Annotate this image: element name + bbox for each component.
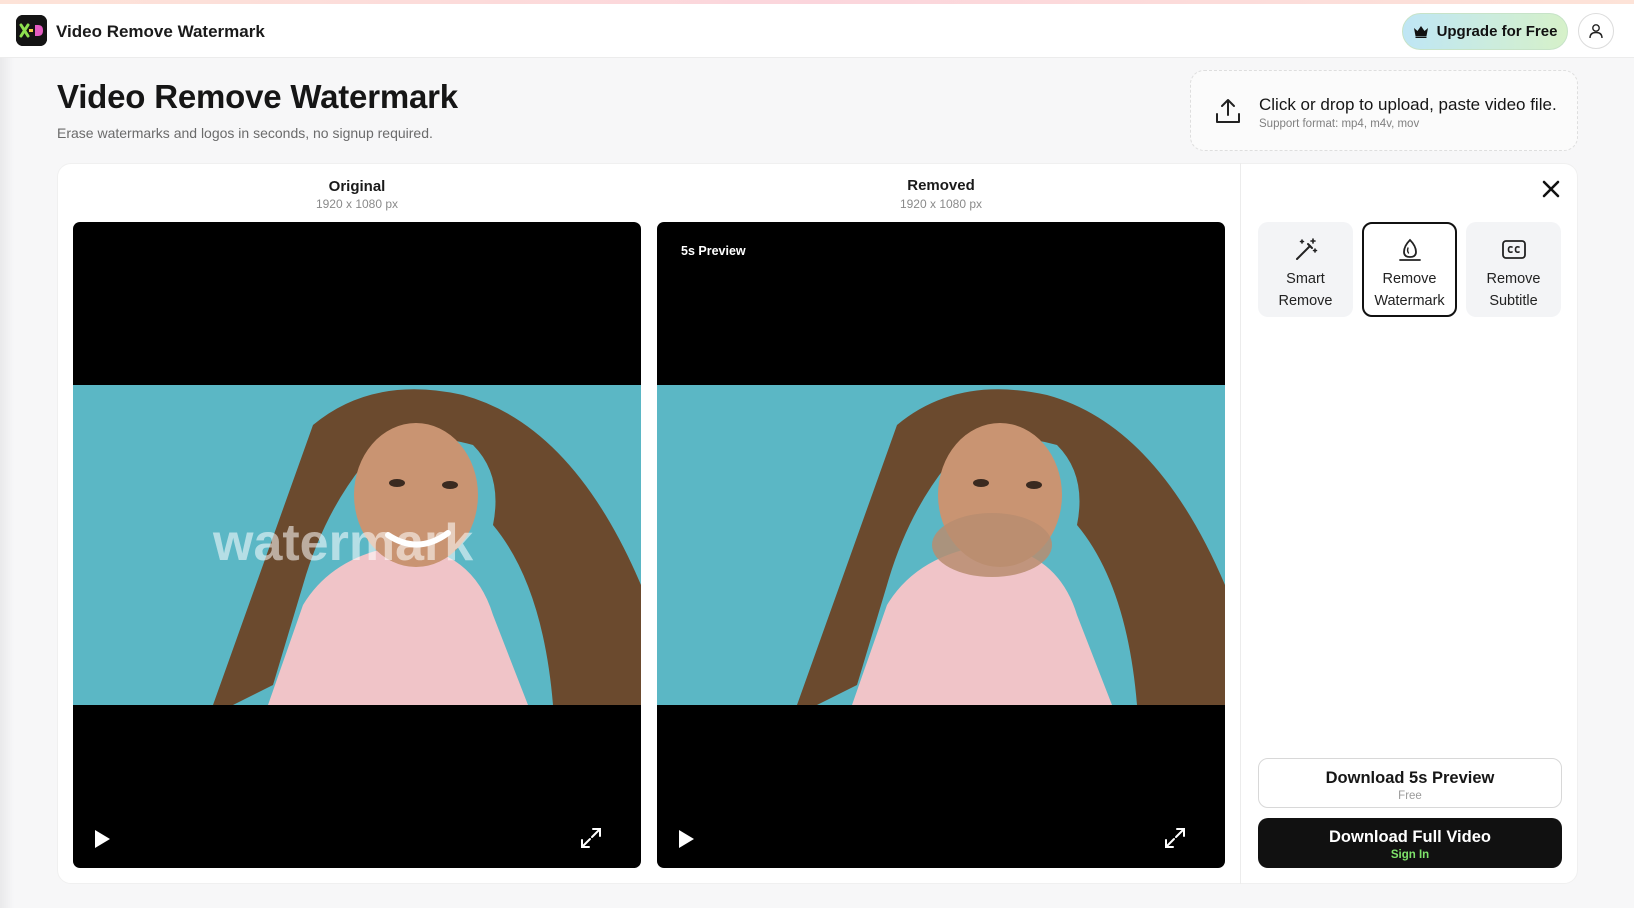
removed-video-frame	[657, 385, 1225, 705]
tool-remove-watermark[interactable]: Remove Watermark	[1362, 222, 1457, 317]
download-preview-sub: Free	[1398, 790, 1422, 802]
tool-label-line1: Smart	[1286, 271, 1325, 287]
download-full-button[interactable]: Download Full Video Sign In	[1258, 818, 1562, 868]
sign-in-link[interactable]: Sign In	[1258, 849, 1562, 861]
xd-logo-icon[interactable]	[16, 15, 47, 46]
crown-icon	[1413, 26, 1428, 38]
tool-remove-subtitle[interactable]: Remove Subtitle	[1466, 222, 1561, 317]
fullscreen-icon[interactable]	[1163, 826, 1187, 850]
user-icon	[1589, 24, 1603, 39]
upgrade-button[interactable]: Upgrade for Free	[1402, 13, 1568, 50]
tool-label-line1: Remove	[1382, 271, 1437, 287]
removed-label: Removed	[907, 177, 975, 194]
upgrade-label: Upgrade for Free	[1436, 23, 1558, 40]
left-edge-shade	[0, 58, 14, 908]
upload-icon	[1216, 99, 1240, 123]
original-label: Original	[328, 178, 386, 195]
app-header: Video Remove Watermark Upgrade for Free	[0, 4, 1634, 58]
panel-divider	[1240, 163, 1241, 884]
app-title: Video Remove Watermark	[56, 22, 265, 41]
original-resolution: 1920 x 1080 px	[315, 197, 399, 211]
upload-formats: Support format: mp4, m4v, mov	[1259, 118, 1420, 130]
page-subtitle: Erase watermarks and logos in seconds, n…	[57, 125, 433, 141]
preview-badge: 5s Preview	[681, 244, 746, 258]
tool-label-line1: Remove	[1486, 271, 1541, 287]
magic-wand-icon	[1295, 238, 1317, 260]
removed-video-player[interactable]: 5s Preview	[657, 222, 1225, 868]
page-title: Video Remove Watermark	[57, 78, 458, 115]
watermark-overlay: watermark	[212, 514, 473, 572]
download-preview-label: Download 5s Preview	[1325, 769, 1495, 787]
fullscreen-icon[interactable]	[579, 826, 603, 850]
eraser-icon	[1398, 238, 1421, 261]
tool-label-line2: Watermark	[1374, 293, 1445, 309]
tool-label-line2: Subtitle	[1489, 293, 1538, 309]
original-video-frame: watermark	[73, 385, 641, 705]
upload-instructions: Click or drop to upload, paste video fil…	[1259, 95, 1557, 114]
close-icon[interactable]	[1540, 178, 1562, 200]
download-full-label: Download Full Video	[1329, 828, 1491, 846]
tool-label-line2: Remove	[1278, 293, 1333, 309]
user-account-button[interactable]	[1578, 13, 1614, 49]
download-preview-button[interactable]: Download 5s Preview Free	[1258, 758, 1562, 808]
removed-resolution: 1920 x 1080 px	[899, 197, 983, 211]
cc-icon	[1501, 240, 1526, 259]
play-icon[interactable]	[91, 828, 113, 850]
play-icon[interactable]	[675, 828, 697, 850]
tool-smart-remove[interactable]: Smart Remove	[1258, 222, 1353, 317]
original-video-player[interactable]: watermark	[73, 222, 641, 868]
upload-dropzone[interactable]: Click or drop to upload, paste video fil…	[1190, 70, 1578, 151]
